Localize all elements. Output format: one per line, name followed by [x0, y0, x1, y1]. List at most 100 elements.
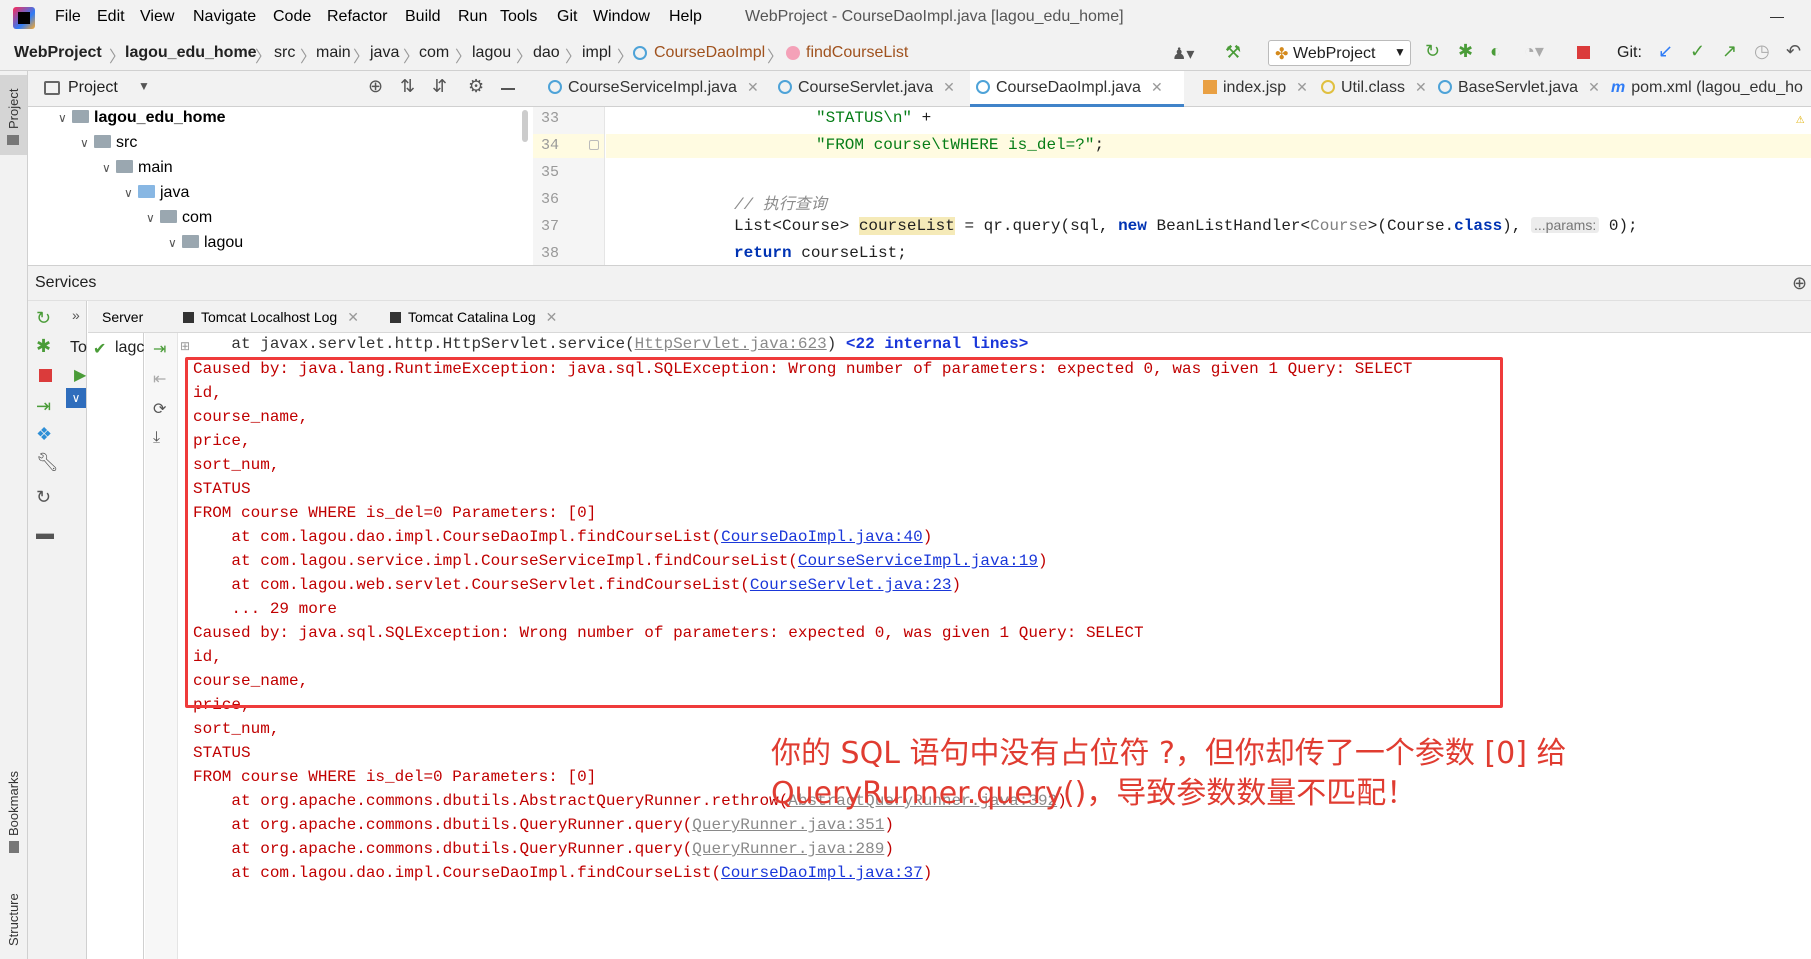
download-icon[interactable]: ⤓	[153, 429, 160, 447]
close-icon[interactable]: ✕	[546, 309, 558, 325]
stacktrace-link[interactable]: HttpServlet.java:623	[635, 335, 827, 353]
rollback-icon[interactable]: ↶	[1786, 41, 1801, 62]
hammer-icon[interactable]: ⚒	[1225, 42, 1241, 63]
rerun-icon[interactable]: ↻	[1425, 41, 1440, 62]
run-config-select[interactable]: ✤ WebProject ▼	[1268, 40, 1411, 66]
breadcrumb-impl[interactable]: impl	[582, 44, 611, 62]
bookmarks-tool-label[interactable]: Bookmarks	[6, 771, 21, 836]
breadcrumb-class[interactable]: CourseDaoImpl	[654, 44, 765, 62]
breadcrumb-lagou[interactable]: lagou	[472, 44, 511, 62]
code-editor[interactable]: "STATUS\n" + "FROM course\tWHERE is_del=…	[606, 107, 1811, 265]
menu-tools[interactable]: Tools	[500, 8, 537, 26]
breadcrumb-main[interactable]: main	[316, 44, 351, 62]
breadcrumb-project[interactable]: WebProject	[14, 44, 102, 62]
user-icon[interactable]: ♟▾	[1172, 44, 1194, 64]
tree-item-src[interactable]: ∨ src	[80, 134, 137, 152]
add-service-icon[interactable]: ⊕	[1792, 273, 1807, 294]
stacktrace-link[interactable]: QueryRunner.java:289	[692, 840, 884, 858]
menu-window[interactable]: Window	[593, 8, 650, 26]
wrench-icon[interactable]: 🔧︎	[36, 452, 59, 473]
rerun-icon[interactable]: ↻	[36, 308, 51, 329]
stacktrace-link[interactable]: QueryRunner.java:351	[692, 816, 884, 834]
tab-index-jsp[interactable]: index.jsp ✕	[1203, 79, 1308, 97]
fold-icon[interactable]	[589, 140, 599, 150]
tab-util-class[interactable]: Util.class ✕	[1321, 79, 1427, 97]
close-icon[interactable]: ✕	[747, 79, 759, 95]
tree-item-com[interactable]: ∨ com	[146, 209, 212, 227]
debug-icon[interactable]: ✱	[36, 336, 51, 357]
tab-tomcat-catalina-log[interactable]: Tomcat Catalina Log ✕	[390, 309, 557, 326]
deploy-icon[interactable]: ⇥	[153, 339, 166, 359]
menu-help[interactable]: Help	[669, 8, 702, 26]
stacktrace-link[interactable]: CourseDaoImpl.java:37	[721, 864, 923, 882]
breadcrumb-java[interactable]: java	[370, 44, 399, 62]
git-commit-icon[interactable]: ✓	[1690, 41, 1705, 62]
minimize-icon[interactable]	[1770, 17, 1784, 18]
expand-icon[interactable]: »	[72, 307, 80, 323]
menu-code[interactable]: Code	[273, 8, 311, 26]
stop-icon[interactable]	[39, 369, 52, 382]
undeploy-icon[interactable]: ⇤	[153, 369, 166, 389]
warning-icon[interactable]: ⚠	[1796, 111, 1804, 128]
structure-tool-label[interactable]: Structure	[6, 893, 21, 946]
tree-item-java[interactable]: ∨ java	[124, 184, 189, 202]
stop-icon[interactable]	[1577, 46, 1590, 59]
folder-icon	[72, 110, 89, 123]
close-icon[interactable]: ✕	[347, 309, 359, 325]
tree-item-lagou[interactable]: ∨ lagou	[168, 234, 243, 252]
debug-icon[interactable]: ✱	[1458, 41, 1473, 62]
internal-lines-fold[interactable]: <22 internal lines>	[846, 335, 1028, 353]
run-icon[interactable]: ▶	[74, 365, 86, 385]
close-icon[interactable]: ✕	[943, 79, 955, 95]
refresh-icon[interactable]: ⟳	[153, 399, 166, 419]
tab-courseserviceimpl[interactable]: CourseServiceImpl.java ✕	[548, 79, 759, 97]
tab-tomcat-localhost-log[interactable]: Tomcat Localhost Log ✕	[183, 309, 359, 326]
breadcrumb-com[interactable]: com	[419, 44, 449, 62]
menu-run[interactable]: Run	[458, 8, 487, 26]
collapse-all-icon[interactable]: ⇵	[432, 76, 447, 97]
menu-edit[interactable]: Edit	[97, 8, 125, 26]
deploy-icon[interactable]: ⇥	[36, 396, 51, 417]
close-icon[interactable]: ✕	[1296, 79, 1308, 95]
tab-courseservlet[interactable]: CourseServlet.java ✕	[778, 79, 955, 97]
close-icon[interactable]: ✕	[1151, 79, 1163, 95]
locate-icon[interactable]: ⊕	[368, 76, 383, 97]
menu-file[interactable]: File	[55, 8, 81, 26]
profile-icon[interactable]: ◔▾	[1524, 41, 1544, 62]
gear-icon[interactable]: ⚙	[468, 76, 484, 97]
git-update-icon[interactable]: ↙	[1658, 41, 1673, 62]
chevron-down-icon[interactable]: ▼	[138, 79, 150, 93]
tab-baseservlet[interactable]: BaseServlet.java ✕	[1438, 79, 1600, 97]
service-tomcat-label[interactable]: To	[70, 339, 87, 357]
coverage-icon[interactable]: ◐	[1490, 41, 1501, 62]
menu-git[interactable]: Git	[557, 8, 577, 26]
breadcrumb-method[interactable]: findCourseList	[806, 44, 908, 62]
project-panel-title[interactable]: Project	[68, 79, 118, 97]
fold-icon[interactable]: ⊞	[180, 339, 190, 353]
tree-item-main[interactable]: ∨ main	[102, 159, 173, 177]
breadcrumb-module[interactable]: lagou_edu_home	[125, 44, 257, 62]
artifact-icon[interactable]: ❖	[36, 424, 52, 445]
tab-pom-xml[interactable]: m pom.xml (lagou_edu_ho	[1611, 79, 1803, 97]
git-push-icon[interactable]: ↗	[1722, 41, 1737, 62]
close-icon[interactable]: ✕	[1588, 79, 1600, 95]
tree-item-lagou-edu-home[interactable]: ∨ lagou_edu_home	[58, 109, 226, 127]
tab-server[interactable]: Server	[102, 309, 143, 325]
close-icon[interactable]: ✕	[1415, 79, 1427, 95]
refresh-icon[interactable]: ↻	[36, 487, 51, 508]
menu-view[interactable]: View	[140, 8, 174, 26]
layout-icon[interactable]: ▬	[36, 523, 54, 544]
hide-panel-icon[interactable]	[501, 88, 515, 90]
tree-scrollbar[interactable]	[522, 110, 528, 142]
scroll-to-end-icon[interactable]: ∨	[66, 388, 86, 408]
breadcrumb-src[interactable]: src	[274, 44, 295, 62]
expand-all-icon[interactable]: ⇅	[400, 76, 415, 97]
menu-refactor[interactable]: Refactor	[327, 8, 387, 26]
service-deployment-label[interactable]: lagc	[115, 339, 144, 357]
menu-navigate[interactable]: Navigate	[193, 8, 256, 26]
tab-coursedaoimpl-active[interactable]: CourseDaoImpl.java ✕	[970, 71, 1184, 107]
history-icon[interactable]: ◷	[1754, 41, 1770, 62]
menu-build[interactable]: Build	[405, 8, 441, 26]
project-tool-tab[interactable]: Project	[0, 75, 27, 155]
breadcrumb-dao[interactable]: dao	[533, 44, 560, 62]
